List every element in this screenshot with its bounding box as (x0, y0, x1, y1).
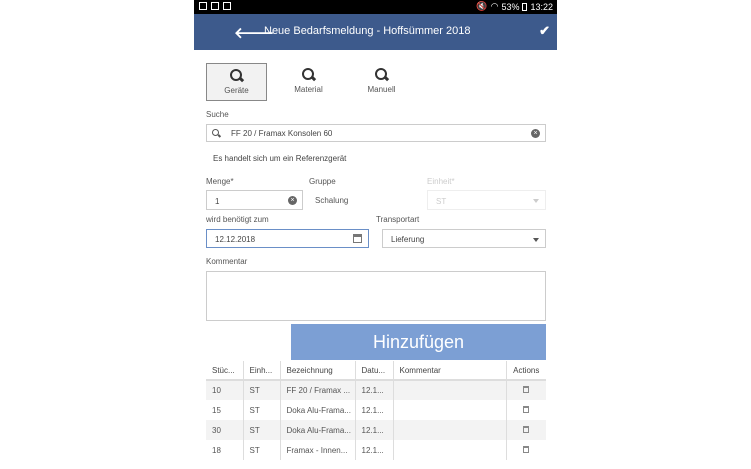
table-row[interactable]: 10 ST FF 20 / Framax ... 12.1... (206, 380, 546, 400)
gruppe-label: Gruppe (309, 177, 336, 186)
media-icon (211, 2, 219, 10)
cell-stueck: 18 (206, 440, 244, 460)
tab-label: Manuell (367, 85, 396, 94)
cell-bezeichnung: Doka Alu-Frama... (280, 400, 356, 420)
tab-label: Geräte (224, 86, 249, 95)
menge-label: Menge* (206, 177, 234, 186)
notification-icon (223, 2, 231, 10)
date-input[interactable]: 12.12.2018 (206, 229, 369, 248)
cell-actions (506, 420, 546, 440)
chevron-down-icon (533, 238, 539, 242)
status-right: 🔇 ◠ 53% 13:22 (476, 1, 553, 12)
table-row[interactable]: 15 ST Doka Alu-Frama... 12.1... (206, 400, 546, 420)
search-input[interactable]: FF 20 / Framax Konsolen 60 × (206, 124, 546, 142)
trash-icon[interactable] (523, 445, 530, 453)
transport-label: Transportart (376, 215, 420, 224)
cell-actions (506, 380, 546, 400)
date-value: 12.12.2018 (215, 235, 256, 244)
menge-value: 1 (215, 197, 220, 206)
table-row[interactable]: 30 ST Doka Alu-Frama... 12.1... (206, 420, 546, 440)
cell-einheit: ST (243, 440, 281, 460)
confirm-check-icon[interactable]: ✔ (539, 23, 550, 39)
search-mode-tabs: Geräte Material Manuell (206, 63, 546, 101)
menge-input[interactable]: 1 × (206, 190, 303, 210)
col-header-datum[interactable]: Datu... (355, 361, 394, 381)
trash-icon[interactable] (523, 405, 530, 413)
cell-stueck: 10 (206, 380, 244, 400)
transport-value: Lieferung (391, 235, 425, 244)
col-header-actions: Actions (506, 361, 546, 381)
tab-material[interactable]: Material (278, 63, 339, 101)
col-header-kommentar[interactable]: Kommentar (393, 361, 507, 381)
clear-search-icon[interactable]: × (531, 129, 540, 138)
page-title: Neue Bedarfsmeldung - Hoffsümmer 2018 (264, 25, 471, 37)
battery-icon (522, 2, 528, 11)
search-label: Suche (206, 110, 229, 119)
cell-kommentar (393, 440, 507, 460)
search-icon (374, 68, 389, 82)
chevron-down-icon (533, 199, 539, 203)
tab-label: Material (294, 85, 323, 94)
calendar-icon[interactable] (353, 234, 362, 243)
add-button[interactable]: Hinzufügen (291, 324, 546, 360)
col-header-einheit[interactable]: Einh... (243, 361, 281, 381)
app-bar: 🡐 Neue Bedarfsmeldung - Hoffsümmer 2018 … (194, 14, 557, 50)
cell-stueck: 15 (206, 400, 244, 420)
col-header-stueck[interactable]: Stüc... (206, 361, 244, 381)
cell-datum: 12.1... (355, 420, 394, 440)
cell-bezeichnung: Framax - Innen... (280, 440, 356, 460)
app-screen: 🔇 ◠ 53% 13:22 🡐 Neue Bedarfsmeldung - Ho… (194, 0, 557, 469)
clock: 13:22 (530, 1, 553, 12)
cell-actions (506, 440, 546, 460)
cell-datum: 12.1... (355, 400, 394, 420)
search-icon (301, 68, 316, 82)
table-header-row: Stüc... Einh... Bezeichnung Datu... Komm… (206, 361, 546, 381)
kommentar-label: Kommentar (206, 257, 248, 266)
wifi-icon: ◠ (490, 1, 499, 11)
col-header-bezeichnung[interactable]: Bezeichnung (280, 361, 356, 381)
date-label: wird benötigt zum (206, 215, 269, 224)
cell-datum: 12.1... (355, 380, 394, 400)
cell-einheit: ST (243, 420, 281, 440)
status-bar: 🔇 ◠ 53% 13:22 (194, 0, 557, 14)
status-left-icons (199, 2, 231, 10)
kommentar-textarea[interactable] (206, 271, 546, 321)
einheit-label: Einheit* (427, 177, 455, 186)
trash-icon[interactable] (523, 386, 530, 393)
tab-geraete[interactable]: Geräte (206, 63, 267, 101)
clear-menge-icon[interactable]: × (288, 196, 297, 205)
cell-einheit: ST (243, 400, 281, 420)
cell-bezeichnung: FF 20 / Framax ... (280, 380, 356, 400)
table-row[interactable]: 18 ST Framax - Innen... 12.1... (206, 440, 546, 460)
cell-stueck: 30 (206, 420, 244, 440)
cell-kommentar (393, 400, 507, 420)
search-icon (212, 129, 222, 139)
gruppe-value: Schalung (315, 196, 349, 205)
reference-hint: Es handelt sich um ein Referenzgerät (213, 154, 347, 163)
trash-icon[interactable] (523, 425, 530, 433)
einheit-value: ST (436, 197, 447, 206)
image-icon (199, 2, 207, 10)
search-icon (229, 69, 244, 83)
cell-einheit: ST (243, 380, 281, 400)
cell-kommentar (393, 380, 507, 400)
cell-kommentar (393, 420, 507, 440)
search-value: FF 20 / Framax Konsolen 60 (231, 129, 333, 138)
battery-percent: 53% (501, 1, 520, 12)
cell-bezeichnung: Doka Alu-Frama... (280, 420, 356, 440)
einheit-select[interactable]: ST (427, 190, 546, 210)
mute-icon: 🔇 (476, 1, 488, 11)
cell-actions (506, 400, 546, 420)
items-table: Stüc... Einh... Bezeichnung Datu... Komm… (206, 361, 546, 460)
transport-select[interactable]: Lieferung (382, 229, 546, 248)
tab-manuell[interactable]: Manuell (351, 63, 412, 101)
cell-datum: 12.1... (355, 440, 394, 460)
